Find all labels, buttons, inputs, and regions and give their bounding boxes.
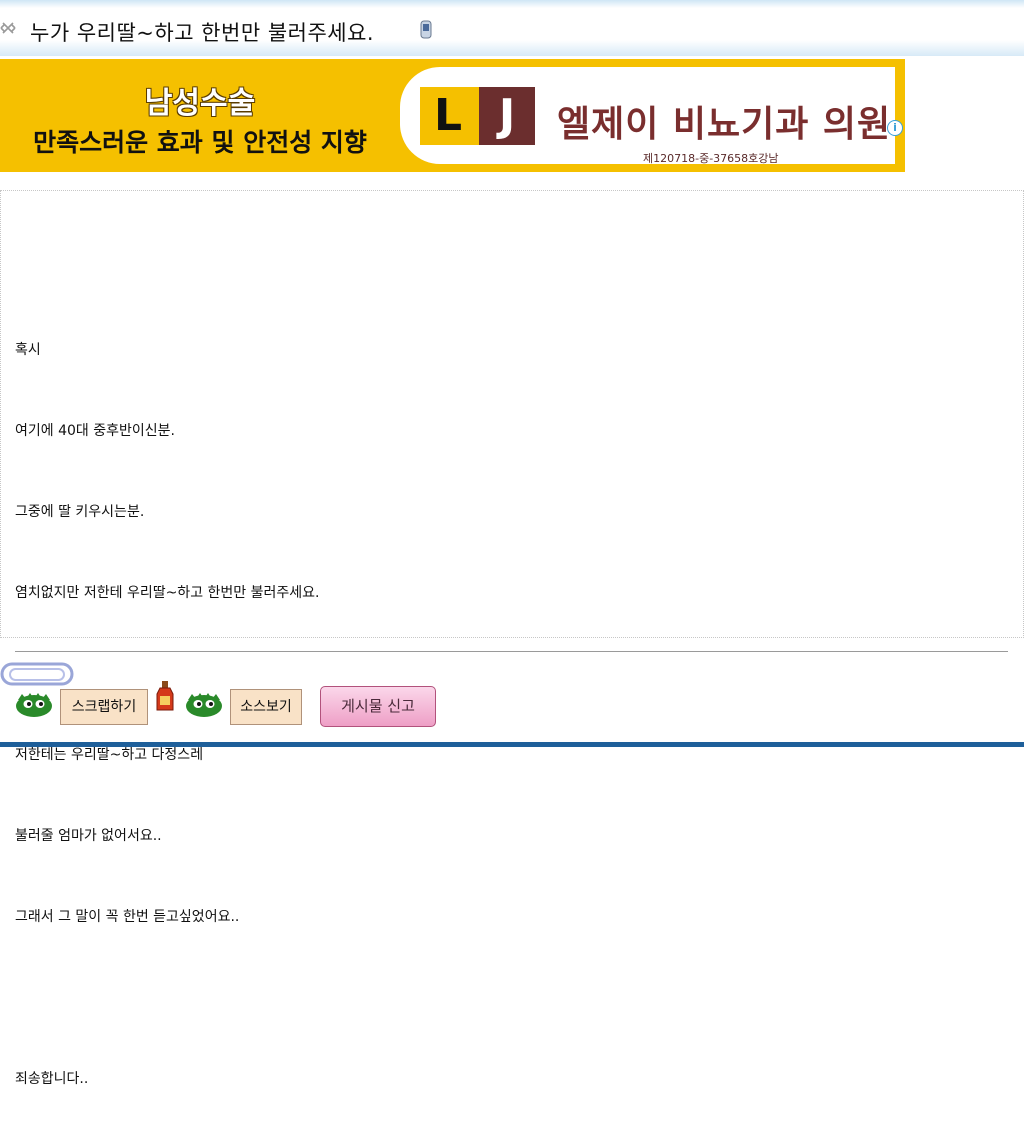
post-line: 그래서 그 말이 꼭 한번 듣고싶었어요.. (15, 909, 240, 925)
post-line: 여기에 40대 중후반이신분. (15, 423, 175, 439)
page-title: 누가 우리딸~하고 한번만 불러주세요. (30, 21, 375, 45)
post-line (15, 985, 319, 1012)
post-line: 그중에 딸 키우시는분. (15, 504, 145, 520)
ad-info-icon[interactable]: i (887, 120, 903, 136)
title-bar: 누가 우리딸~하고 한번만 불러주세요. (0, 0, 1024, 56)
post-line: 죄송합니다.. (15, 1071, 89, 1087)
report-post-button[interactable]: 게시물 신고 (320, 686, 436, 727)
clinic-registration: 제120718-중-37658호강남 (643, 152, 779, 165)
ad-banner[interactable]: 남성수술 만족스러운 효과 및 안전성 지향 L J 엘제이 비뇨기과 의원 제… (0, 59, 905, 172)
bottom-bar (0, 742, 1024, 747)
post-line: 불러줄 엄마가 없어서요.. (15, 828, 162, 844)
paperclip-icon (0, 662, 74, 686)
post-line: 염치없지만 저한테 우리딸~하고 한번만 불러주세요. (15, 585, 320, 601)
post-content-box: 혹시 여기에 40대 중후반이신분. 그중에 딸 키우시는분. 염치없지만 저한… (0, 190, 1024, 1087)
green-monster-icon (186, 693, 222, 717)
logo-letter-l: L (433, 90, 463, 141)
post-line: 혹시 (15, 342, 41, 358)
cross-hatch-icon (0, 22, 16, 34)
ad-headline: 남성수술 (144, 86, 256, 121)
bottle-icon (156, 681, 174, 711)
clinic-logo: L J (420, 87, 535, 145)
view-source-button[interactable]: 소스보기 (230, 689, 302, 725)
ad-clinic-panel: L J 엘제이 비뇨기과 의원 제120718-중-37658호강남 (400, 67, 895, 165)
phone-icon (420, 20, 432, 39)
scrap-button[interactable]: 스크랩하기 (60, 689, 148, 725)
divider (15, 651, 1008, 652)
clinic-name: 엘제이 비뇨기과 의원 (557, 104, 892, 145)
ad-left-section: 남성수술 만족스러운 효과 및 안전성 지향 (0, 59, 400, 172)
green-monster-icon (16, 693, 52, 717)
logo-letter-j: J (479, 87, 535, 145)
ad-subline: 만족스러운 효과 및 안전성 지향 (33, 128, 367, 157)
